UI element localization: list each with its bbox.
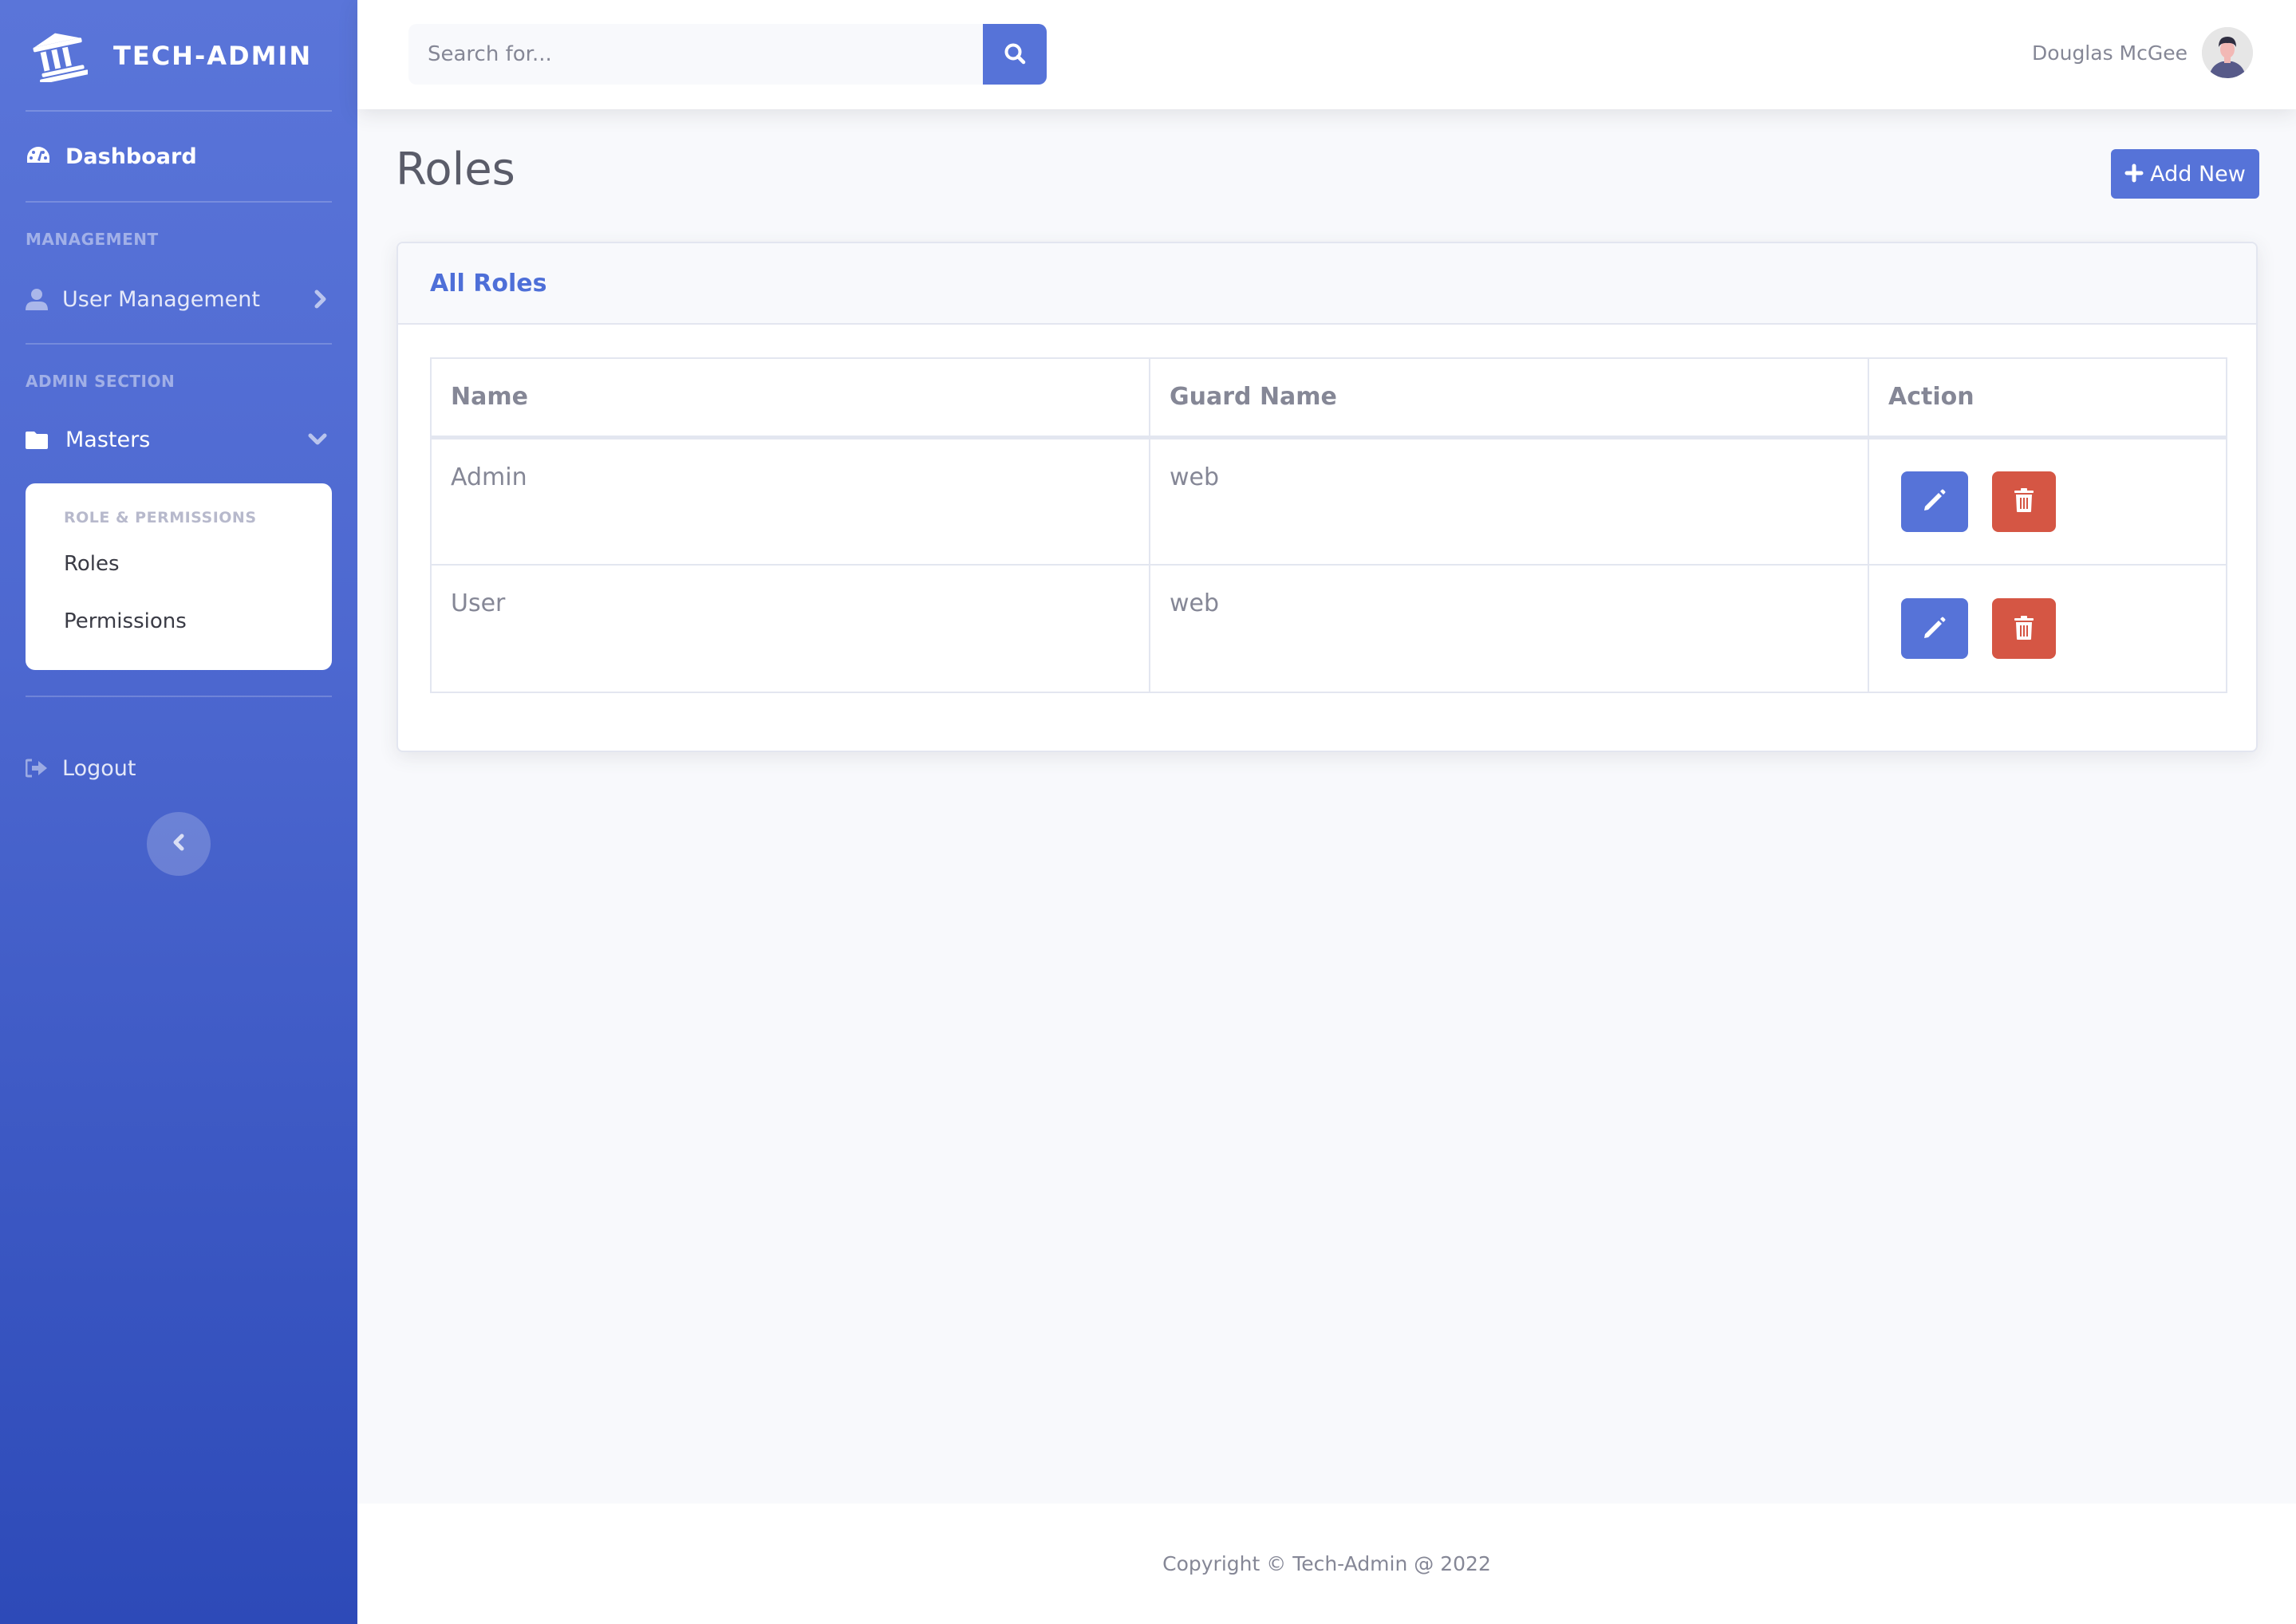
tachometer-icon <box>26 145 51 168</box>
sidebar-item-dashboard[interactable]: Dashboard <box>26 140 332 172</box>
sidebar-item-label: User Management <box>62 286 260 312</box>
chevron-down-icon <box>308 433 327 446</box>
sign-out-icon <box>26 759 51 778</box>
cell-guard-name: web <box>1149 436 1869 566</box>
cell-actions <box>1868 436 2227 566</box>
sidebar-divider <box>26 343 332 345</box>
folder-icon <box>26 430 51 449</box>
sidebar-item-label: Masters <box>65 427 151 452</box>
delete-button[interactable] <box>1992 471 2056 532</box>
search-input[interactable] <box>408 24 983 85</box>
sidebar-divider <box>26 696 332 697</box>
card-header: All Roles <box>398 243 2256 325</box>
pencil-icon <box>1921 614 1948 644</box>
column-header-name[interactable]: Name <box>430 357 1150 440</box>
masters-submenu: ROLE & PERMISSIONS Roles Permissions <box>26 483 332 670</box>
search-icon <box>1004 42 1026 67</box>
sidebar-heading-admin-section: ADMIN SECTION <box>26 372 176 391</box>
search-button[interactable] <box>983 24 1047 85</box>
brand-name: TECH-ADMIN <box>113 41 313 71</box>
brand[interactable]: TECH-ADMIN <box>32 24 312 88</box>
chevron-right-icon <box>314 290 327 309</box>
avatar <box>2202 27 2253 78</box>
submenu-item-roles[interactable]: Roles <box>64 552 120 576</box>
landmark-icon <box>32 29 93 83</box>
add-new-label: Add New <box>2150 161 2246 187</box>
cell-name: User <box>430 564 1150 693</box>
trash-icon <box>2013 615 2035 643</box>
sidebar-toggle-button[interactable] <box>147 812 211 876</box>
chevron-left-icon <box>172 834 185 854</box>
topbar: Douglas McGee <box>357 0 2296 109</box>
user-name: Douglas McGee <box>2032 41 2188 65</box>
roles-card: All Roles Name Guard Name Action Admin w… <box>396 242 2258 752</box>
cell-guard-name: web <box>1149 564 1869 693</box>
sidebar-divider <box>26 201 332 203</box>
trash-icon <box>2013 487 2035 515</box>
submenu-item-permissions[interactable]: Permissions <box>64 609 187 633</box>
sidebar-item-user-management[interactable]: User Management <box>26 282 332 316</box>
footer: Copyright © Tech-Admin @ 2022 <box>357 1504 2296 1624</box>
column-header-guard-name[interactable]: Guard Name <box>1149 357 1869 440</box>
cell-actions <box>1868 564 2227 693</box>
sidebar-item-label: Logout <box>62 755 136 781</box>
card-title: All Roles <box>430 269 547 298</box>
user-icon <box>26 288 51 310</box>
add-new-button[interactable]: Add New <box>2111 149 2259 199</box>
edit-button[interactable] <box>1901 471 1968 532</box>
sidebar: TECH-ADMIN Dashboard MANAGEMENT User Man… <box>0 0 357 1624</box>
sidebar-item-logout[interactable]: Logout <box>26 751 332 785</box>
page-title: Roles <box>396 144 515 195</box>
delete-button[interactable] <box>1992 598 2056 659</box>
copyright-text: Copyright © Tech-Admin @ 2022 <box>1162 1552 1491 1575</box>
search-bar <box>408 24 1047 85</box>
edit-button[interactable] <box>1901 598 1968 659</box>
sidebar-item-masters[interactable]: Masters <box>26 423 332 456</box>
sidebar-divider <box>26 110 332 112</box>
table-row: Admin web <box>430 436 2227 566</box>
user-menu[interactable]: Douglas McGee <box>2032 27 2253 78</box>
submenu-heading: ROLE & PERMISSIONS <box>64 509 257 526</box>
plus-icon <box>2124 160 2144 187</box>
sidebar-heading-management: MANAGEMENT <box>26 230 159 249</box>
cell-name: Admin <box>430 436 1150 566</box>
table-row: User web <box>430 564 2227 693</box>
table-header-row: Name Guard Name Action <box>430 357 2227 440</box>
column-header-action: Action <box>1868 357 2227 440</box>
roles-table: Name Guard Name Action Admin web User we… <box>430 357 2227 693</box>
sidebar-item-label: Dashboard <box>65 144 197 169</box>
pencil-icon <box>1921 487 1948 516</box>
